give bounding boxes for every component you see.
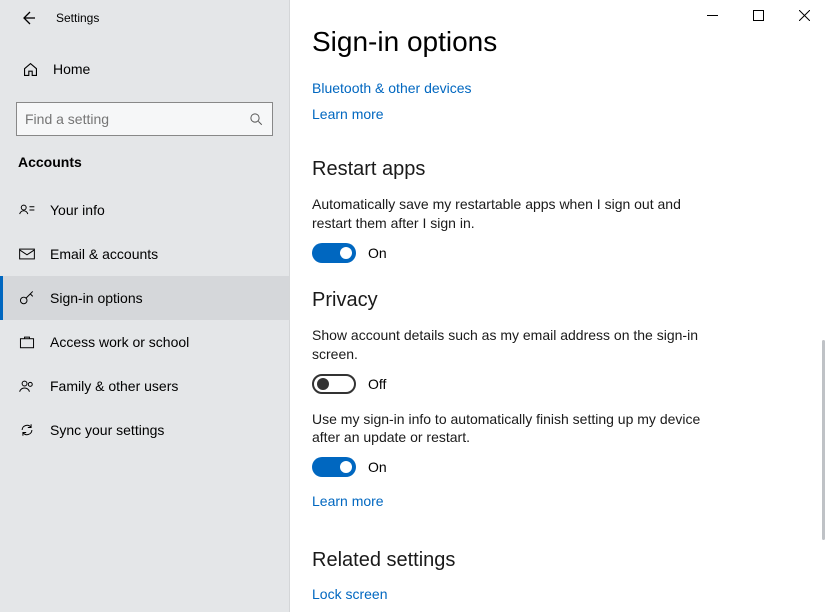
search-input[interactable] [25,111,249,127]
sidebar-item-access-work-school[interactable]: Access work or school [0,320,289,364]
search-container [16,102,273,136]
key-icon [18,289,36,307]
back-button[interactable] [14,4,42,32]
people-icon [18,377,36,395]
sidebar-item-sync-settings[interactable]: Sync your settings [0,408,289,452]
privacy-toggle-2-row: On [312,457,805,477]
link-learn-more-privacy[interactable]: Learn more [312,493,384,509]
sidebar-item-sign-in-options[interactable]: Sign-in options [0,276,289,320]
link-bluetooth-devices[interactable]: Bluetooth & other devices [312,80,472,96]
arrow-left-icon [20,10,36,26]
close-icon [799,10,810,21]
sidebar-item-label: Access work or school [50,334,189,350]
maximize-button[interactable] [735,0,781,30]
sidebar-item-your-info[interactable]: Your info [0,188,289,232]
privacy-desc-2: Use my sign-in info to automatically fin… [312,410,722,448]
minimize-icon [707,10,718,21]
person-card-icon [18,201,36,219]
sidebar-nav-list: Your info Email & accounts Sign-in optio… [0,188,289,452]
scrollbar-thumb[interactable] [822,340,825,540]
sidebar: Settings Home Accounts Your info [0,0,290,612]
page-title: Sign-in options [312,26,805,58]
search-icon [249,112,264,127]
sidebar-item-label: Family & other users [50,378,178,394]
privacy-toggle-1[interactable] [312,374,356,394]
close-button[interactable] [781,0,827,30]
settings-window: Settings Home Accounts Your info [0,0,827,612]
privacy-heading: Privacy [312,289,805,312]
sidebar-item-family-other-users[interactable]: Family & other users [0,364,289,408]
home-nav[interactable]: Home [0,48,289,90]
maximize-icon [753,10,764,21]
sidebar-item-label: Sync your settings [50,422,164,438]
minimize-button[interactable] [689,0,735,30]
restart-apps-heading: Restart apps [312,158,805,181]
sync-icon [18,421,36,439]
related-settings-heading: Related settings [312,549,805,572]
restart-apps-toggle-row: On [312,243,805,263]
titlebar: Settings [0,0,289,36]
restart-apps-toggle-state: On [368,245,387,261]
window-controls [689,0,827,30]
app-title: Settings [56,11,99,25]
mail-icon [18,245,36,263]
sidebar-section-header: Accounts [0,150,289,180]
main-content: Sign-in options Bluetooth & other device… [290,0,827,612]
home-icon [21,61,39,78]
privacy-toggle-1-row: Off [312,374,805,394]
restart-apps-desc: Automatically save my restartable apps w… [312,195,722,233]
sidebar-item-label: Your info [50,202,105,218]
restart-apps-toggle[interactable] [312,243,356,263]
link-lock-screen[interactable]: Lock screen [312,586,387,602]
privacy-toggle-1-state: Off [368,376,386,392]
privacy-toggle-2[interactable] [312,457,356,477]
sidebar-item-label: Email & accounts [50,246,158,262]
link-learn-more-top[interactable]: Learn more [312,106,384,122]
briefcase-icon [18,333,36,351]
privacy-toggle-2-state: On [368,459,387,475]
search-input-wrap[interactable] [16,102,273,136]
sidebar-item-email-accounts[interactable]: Email & accounts [0,232,289,276]
privacy-desc-1: Show account details such as my email ad… [312,326,722,364]
home-label: Home [53,61,90,77]
sidebar-item-label: Sign-in options [50,290,143,306]
